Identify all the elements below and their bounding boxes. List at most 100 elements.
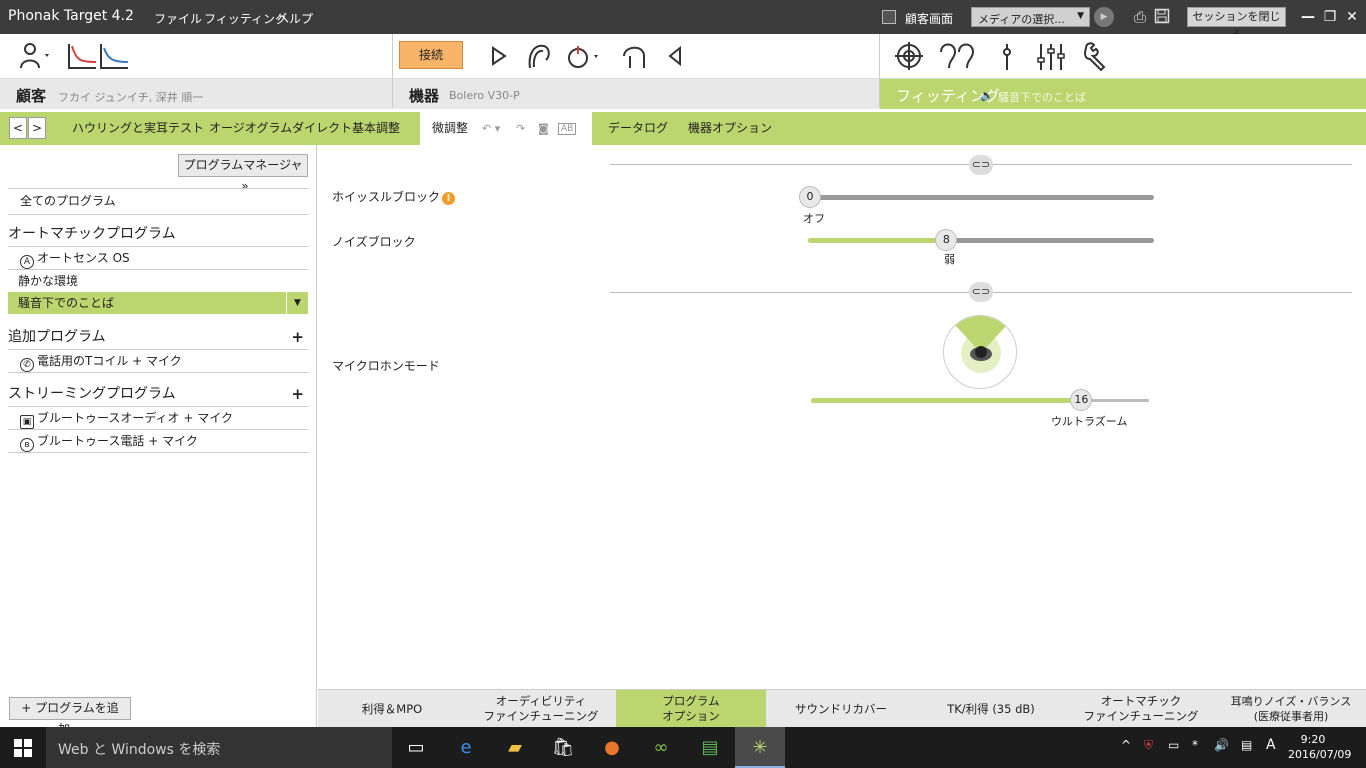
taskbar-search[interactable]: Web と Windows を検索 xyxy=(46,727,392,768)
earpiece-icon[interactable] xyxy=(618,40,650,72)
bluetooth-tray-icon[interactable]: * xyxy=(1192,738,1198,752)
camera-icon[interactable]: ◙ xyxy=(538,122,549,135)
minimize-icon[interactable]: — xyxy=(1298,8,1318,26)
tab-device-options[interactable]: 機器オプション xyxy=(676,112,784,145)
client-icon[interactable] xyxy=(16,40,54,72)
program-bt-phone[interactable]: ʙ ブルートゥース電話 + マイク xyxy=(8,430,308,452)
speaker-icon[interactable] xyxy=(662,40,688,72)
whistle-block-caption: オフ xyxy=(803,212,825,225)
bottom-tab-bar: 利得＆MPO オーディビリティ ファインチューニング プログラム オプション サ… xyxy=(318,689,1366,728)
clock[interactable]: 9:20 2016/07/09 xyxy=(1288,732,1351,762)
connect-button[interactable]: 接続 xyxy=(399,41,463,69)
whistle-block-text: ホイッスルブロック xyxy=(332,190,441,204)
menu-file[interactable]: ファイル xyxy=(154,10,202,27)
tab-basic-tuning[interactable]: 基本調整 xyxy=(340,112,412,145)
add-program-button[interactable]: + プログラムを追加... xyxy=(9,697,131,736)
slider-knob[interactable]: 16 xyxy=(1070,389,1093,411)
menu-help[interactable]: ヘルプ xyxy=(277,10,313,27)
device-section[interactable]: 機器 Bolero V30-P xyxy=(393,78,879,109)
fitting-program: 騒音下でのことば xyxy=(998,91,1086,104)
slider-knob[interactable]: 0 xyxy=(799,186,821,208)
program-all[interactable]: 全てのプログラム xyxy=(8,190,308,212)
notes-app-icon[interactable]: ▤ xyxy=(697,735,723,761)
whistle-block-slider[interactable]: 0 xyxy=(799,186,1154,208)
store-icon[interactable]: 🛍 xyxy=(550,735,576,761)
tray-chevron-icon[interactable]: ^ xyxy=(1121,738,1131,752)
menu-fitting[interactable]: フィッティング xyxy=(204,10,287,27)
tab-feedback-test[interactable]: ハウリングと実耳テスト xyxy=(60,112,216,145)
phonak-target-taskbar-icon[interactable]: ✳ xyxy=(735,727,785,768)
client-section[interactable]: 顧客 フカイ ジュンイチ, 深井 順一 xyxy=(0,78,392,109)
device-name: Bolero V30-P xyxy=(449,89,520,102)
media-select-value: メディアの選択... xyxy=(978,13,1065,26)
tab-tinnitus-balance[interactable]: 耳鳴りノイズ・バランス (医療従事者用) xyxy=(1216,690,1366,728)
close-session-button[interactable]: セッションを閉じる xyxy=(1187,7,1286,41)
link-ears-icon[interactable]: ⊂⊃ xyxy=(969,282,993,302)
program-quiet[interactable]: 静かな環境 xyxy=(8,270,308,292)
divider xyxy=(8,372,308,373)
windows-start-icon[interactable] xyxy=(14,739,32,757)
firefox-icon[interactable]: ● xyxy=(599,735,625,761)
divider xyxy=(8,452,308,453)
ime-indicator[interactable]: A xyxy=(1266,737,1276,753)
tab-audibility-fine-tuning[interactable]: オーディビリティ ファインチューニング xyxy=(466,690,616,728)
customer-screen-checkbox[interactable] xyxy=(882,10,896,24)
ab-compare-icon[interactable]: AB xyxy=(558,123,577,135)
volume-icon[interactable]: 🔊 xyxy=(1214,738,1229,752)
undo-icon[interactable]: ↶ ▾ xyxy=(482,122,500,135)
tab-tk-gain[interactable]: TK/利得 (35 dB) xyxy=(916,690,1066,728)
equalizer-icon[interactable] xyxy=(1036,40,1066,72)
tv-icon: ▣ xyxy=(20,415,34,429)
target-icon[interactable] xyxy=(893,40,925,72)
warning-icon[interactable]: ! xyxy=(442,192,456,205)
tab-datalog[interactable]: データログ xyxy=(596,112,680,145)
program-manager-button[interactable]: プログラムマネージャ » xyxy=(178,154,308,193)
slider-knob[interactable]: 8 xyxy=(935,229,958,251)
single-slider-icon[interactable] xyxy=(997,40,1017,72)
ears-icon[interactable] xyxy=(937,40,977,72)
fitting-section[interactable]: フィッティング 🔈 騒音下でのことば xyxy=(880,78,1366,109)
edge-icon[interactable]: e xyxy=(453,735,479,761)
add-icon[interactable]: + xyxy=(291,326,304,348)
noahlink-icon[interactable]: ∞ xyxy=(648,735,674,761)
mic-mode-slider[interactable]: 16 xyxy=(811,389,1149,411)
program-autosense[interactable]: A オートセンス OS xyxy=(8,247,308,269)
power-device-icon[interactable] xyxy=(564,40,604,72)
play-icon[interactable]: ▶ xyxy=(1094,7,1114,27)
close-icon[interactable]: ✕ xyxy=(1342,8,1362,26)
auto-program-group: オートマチックプログラム xyxy=(8,226,176,242)
tab-auto-fine-tuning[interactable]: オートマチック ファインチューニング xyxy=(1066,690,1216,728)
back-arrow-icon[interactable]: < xyxy=(9,117,27,139)
tab-soundrecover[interactable]: サウンドリカバー xyxy=(766,690,916,728)
tab-fine-tuning-label: 微調整 xyxy=(432,121,469,135)
link-ears-icon[interactable]: ⊂⊃ xyxy=(969,155,993,175)
media-select[interactable]: メディアの選択... ▼ xyxy=(971,7,1090,27)
program-telecoil[interactable]: ✆ 電話用のTコイル + マイク xyxy=(8,350,308,372)
noise-block-slider[interactable]: 8 xyxy=(808,229,1154,251)
task-view-icon[interactable]: ▭ xyxy=(403,735,429,761)
program-bt-audio[interactable]: ▣ ブルートゥースオーディオ + マイク xyxy=(8,407,308,429)
add-icon[interactable]: + xyxy=(291,383,304,405)
redo-icon[interactable]: ↷ xyxy=(516,122,525,135)
save-icon[interactable] xyxy=(1153,8,1171,26)
program-speech-in-noise[interactable]: 騒音下でのことば ▼ xyxy=(8,292,308,314)
security-alert-icon[interactable]: ⛨ xyxy=(1144,738,1153,753)
file-explorer-icon[interactable]: ▰ xyxy=(502,735,528,761)
print-icon[interactable]: ⎙ xyxy=(1131,8,1149,26)
forward-arrow-icon[interactable]: > xyxy=(28,117,46,139)
mic-mode-caption: ウルトラズーム xyxy=(1051,415,1128,428)
hearing-aid-icon[interactable] xyxy=(522,40,554,72)
tab-gain-mpo[interactable]: 利得＆MPO xyxy=(318,690,466,728)
notification-icon[interactable]: ▤ xyxy=(1241,738,1252,752)
battery-icon[interactable]: ▭ xyxy=(1168,738,1179,752)
play-signal-icon[interactable] xyxy=(486,40,512,72)
program-panel: プログラムマネージャ » 全てのプログラム オートマチックプログラム A オートセ… xyxy=(0,145,317,736)
tab-program-options[interactable]: プログラム オプション xyxy=(616,690,766,728)
audiogram-icon[interactable] xyxy=(66,40,132,72)
divider xyxy=(8,188,308,189)
restore-icon[interactable]: ❐ xyxy=(1320,8,1340,26)
streaming-program-label: ストリーミングプログラム xyxy=(8,386,176,402)
chevron-down-icon[interactable]: ▼ xyxy=(286,292,308,314)
additional-program-label: 追加プログラム xyxy=(8,329,106,345)
wrench-icon[interactable] xyxy=(1080,40,1110,72)
